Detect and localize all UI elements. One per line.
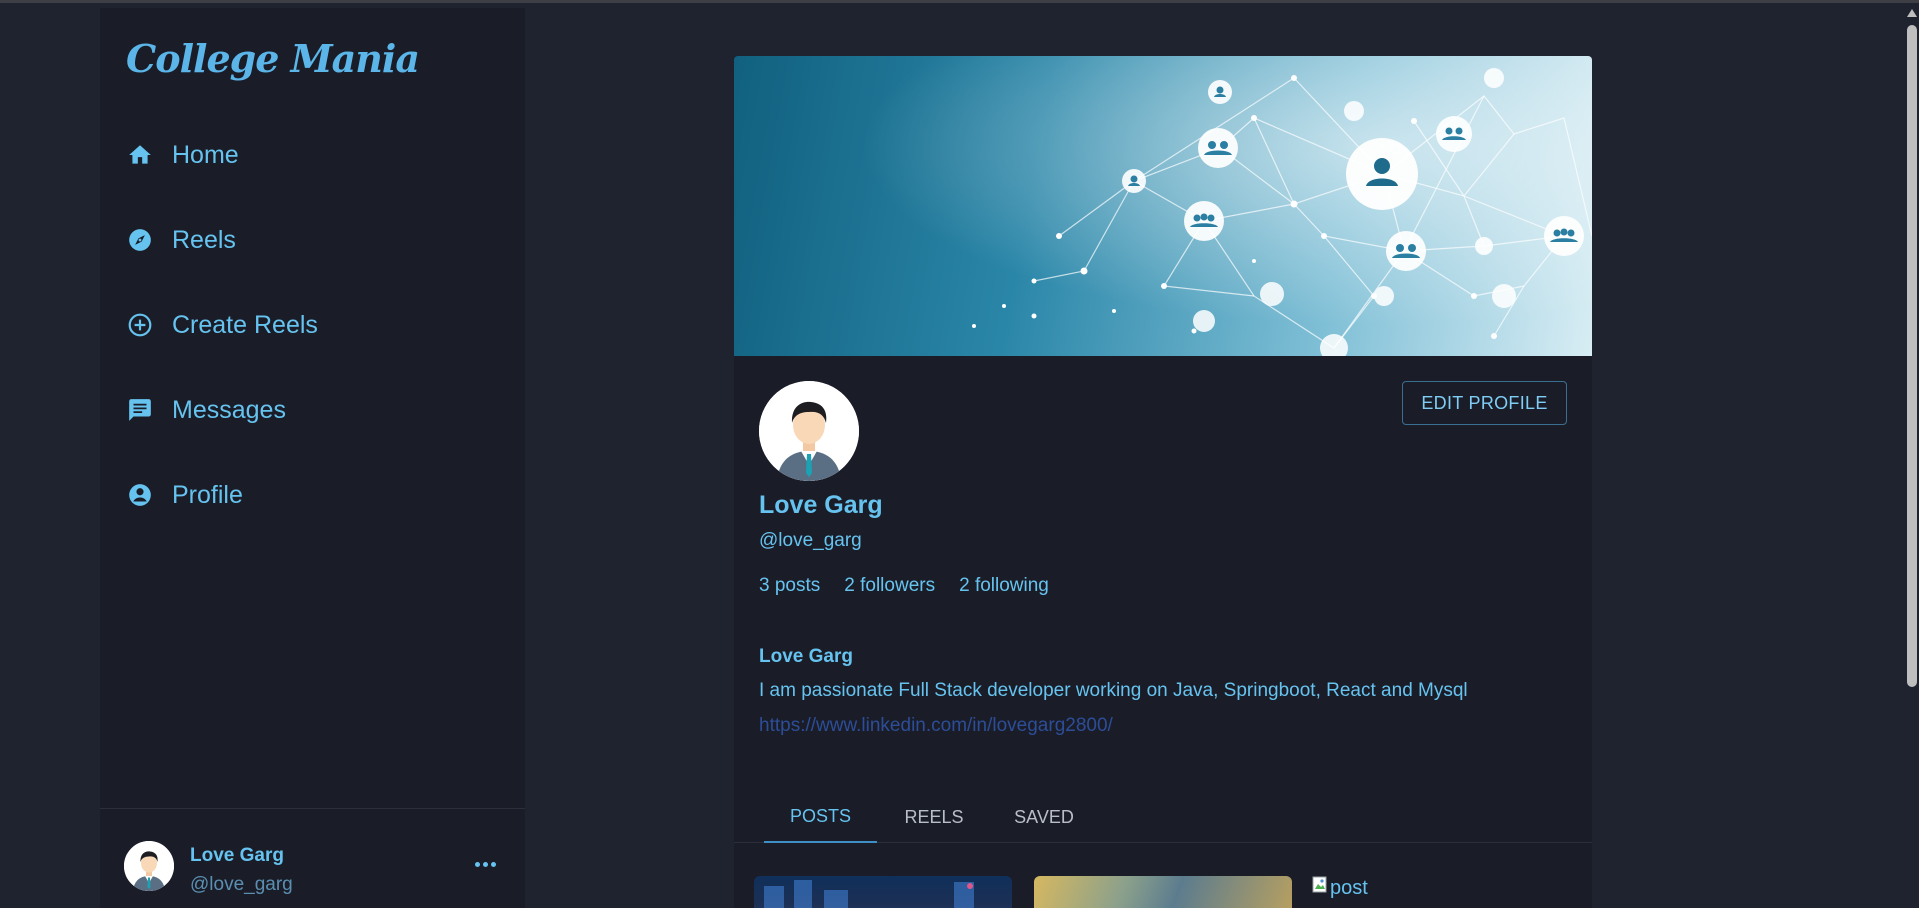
sidebar: College Mania Home Reels Create Reels Me… [100,8,525,908]
message-icon [126,396,154,424]
tab-reels[interactable]: REELS [884,791,984,843]
profile-handle: @love_garg [759,530,862,551]
sidebar-item-reels[interactable]: Reels [126,218,486,262]
explore-icon [126,226,154,254]
bio-link[interactable]: https://www.linkedin.com/in/lovegarg2800… [759,715,1113,737]
post-alt-text: post [1330,876,1368,899]
sidebar-item-profile[interactable]: Profile [126,473,486,517]
bio-name: Love Garg [759,646,853,667]
sidebar-item-label: Create Reels [172,310,318,339]
user-name: Love Garg [190,845,284,866]
sidebar-item-create-reels[interactable]: Create Reels [126,303,486,347]
profile-stats: 3 posts 2 followers 2 following [759,575,1049,597]
post-thumbnail[interactable] [754,876,1012,908]
sidebar-item-label: Messages [172,395,286,424]
app-logo[interactable]: College Mania [126,36,420,81]
add-circle-icon [126,311,154,339]
posts-count: 3 posts [759,575,821,596]
avatar[interactable] [124,841,174,891]
profile-avatar[interactable] [759,381,859,481]
tab-saved[interactable]: SAVED [989,791,1099,843]
profile-name: Love Garg [759,491,883,519]
following-count[interactable]: 2 following [959,575,1049,597]
home-icon [126,141,154,169]
post-thumbnail-broken[interactable]: post [1312,876,1368,900]
user-handle: @love_garg [190,874,293,895]
sidebar-item-label: Profile [172,480,243,509]
profile-panel: EDIT PROFILE Love Garg @love_garg 3 post… [734,56,1592,908]
sidebar-item-label: Home [172,140,239,169]
sidebar-item-home[interactable]: Home [126,133,486,177]
sidebar-user-card: Love Garg @love_garg [100,808,525,908]
sidebar-item-messages[interactable]: Messages [126,388,486,432]
more-horiz-icon[interactable] [470,854,500,874]
cover-image [734,56,1592,356]
scroll-up-arrow-icon[interactable] [1907,9,1917,17]
bio-text: I am passionate Full Stack developer wor… [759,680,1468,701]
sidebar-item-label: Reels [172,225,236,254]
profile-tabs: POSTS REELS SAVED [734,791,1592,843]
followers-count[interactable]: 2 followers [844,575,935,597]
scrollbar-thumb[interactable] [1907,25,1917,687]
post-thumbnail[interactable] [1034,876,1292,908]
broken-image-icon [1312,876,1328,900]
edit-profile-button[interactable]: EDIT PROFILE [1402,381,1567,425]
account-circle-icon [126,481,154,509]
tab-posts[interactable]: POSTS [764,791,877,843]
